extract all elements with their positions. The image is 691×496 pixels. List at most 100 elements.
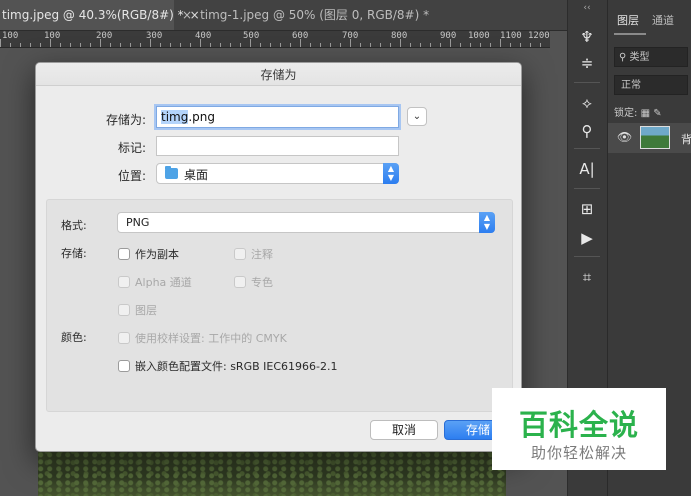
ruler-tick [290,43,291,47]
color-group-label: 颜色: [61,331,87,344]
where-label: 位置: [117,169,146,183]
ruler-tick [470,43,471,47]
ruler-tick [370,43,371,47]
alpha-channels-label: Alpha 通道 [135,276,192,289]
ruler-tick [240,43,241,47]
ruler-tick [320,43,321,47]
ruler-tick [520,43,521,47]
ruler-tick [360,43,361,47]
as-copy-checkbox[interactable] [118,248,130,260]
ruler-tick [260,43,261,47]
ruler-tick [330,43,331,47]
save-group-label: 存储: [61,247,87,260]
ruler-tick [310,43,311,47]
ruler-label: 1100 [500,31,522,41]
ruler-label: 900 [440,31,457,41]
toolbar-divider [574,148,600,149]
updown-arrows-icon: ▲ ▼ [383,163,399,184]
ruler-tick [220,43,221,47]
ruler-label: 500 [243,31,260,41]
save-options-panel: 格式: PNG ▲ ▼ 存储: 作为副本 注释 Alpha 通道 专色 图层 颜色… [46,199,513,412]
tab-timg-1-jpeg[interactable]: × timg-1.jpeg @ 50% (图层 0, RGB/8#) * [182,0,429,30]
document-tab-bar: timg.jpeg @ 40.3%(RGB/8#) * × × timg-1.jpe… [0,0,567,31]
tags-input[interactable] [156,136,399,156]
ruler-tick [500,39,501,47]
ruler-tick [170,43,171,47]
filename-input[interactable]: timg.png [156,106,399,128]
ruler-tick [280,43,281,47]
ruler-tick [530,43,531,47]
canvas-image[interactable] [38,445,506,496]
ruler-label: 100 [2,31,19,41]
layer-row-background[interactable]: 👁 背 [608,123,691,153]
ruler-tick [160,43,161,47]
crop-icon[interactable]: ⌗ [576,266,598,288]
expand-dialog-button[interactable]: ⌄ [407,107,427,126]
ruler-tick [490,43,491,47]
ruler-tick [80,43,81,47]
ruler-tick [110,43,111,47]
format-select[interactable]: PNG ▲ ▼ [117,212,495,233]
ruler-tick [540,43,541,47]
ruler-tick [250,39,251,47]
ruler-tick [20,43,21,47]
close-tab-icon[interactable]: × [182,8,192,22]
ruler-label: 200 [96,31,113,41]
tab-layers[interactable]: 图层 [617,12,639,28]
alpha-channels-checkbox[interactable] [118,276,130,288]
layer-filter-label: 类型 [629,52,650,63]
layers-checkbox[interactable] [118,304,130,316]
blend-mode-select[interactable]: 正常 [614,75,688,95]
eye-icon[interactable]: 👁 [617,130,632,144]
spot-colors-checkbox[interactable] [234,276,246,288]
folder-icon [165,166,178,179]
cancel-button[interactable]: 取消 [370,420,438,440]
updown-arrows-icon: ▲ ▼ [479,212,495,233]
ruler-tick [380,43,381,47]
ruler-tick [410,43,411,47]
tab-timg-jpeg[interactable]: timg.jpeg @ 40.3%(RGB/8#) * × [0,0,200,30]
watermark-subtitle: 助你轻松解决 [530,444,627,462]
ruler-tick [350,39,351,47]
ruler-tick [50,39,51,47]
layer-filter-select[interactable]: ⚲ 类型 [614,47,688,67]
dialog-titlebar: 存储为 [36,63,521,86]
active-tab-indicator [614,33,646,35]
ruler-tick [10,43,11,47]
use-proof-setup-checkbox[interactable] [118,332,130,344]
ruler-label: 300 [146,31,163,41]
tab-label: timg.jpeg @ 40.3%(RGB/8#) * [2,8,184,22]
as-copy-label: 作为副本 [135,248,179,261]
stamp-icon[interactable]: ⚲ [576,120,598,142]
ruler-tick [90,43,91,47]
filename-selected-text: timg [161,110,189,124]
toolbar-divider [574,188,600,189]
ruler-tick [140,43,141,47]
notes-checkbox[interactable] [234,248,246,260]
ruler-tick [510,43,511,47]
tab-channels[interactable]: 通道 [652,12,674,28]
play-icon[interactable]: ▶ [576,227,598,249]
puppet-warp-icon[interactable]: ♆ [576,26,598,48]
collapse-icon[interactable]: ‹‹ [576,2,598,14]
watermark-logo: 百科全说 助你轻松解决 [492,388,666,470]
search-icon: ⚲ [619,52,627,63]
dialog-title: 存储为 [260,68,297,82]
lock-transparency-icon[interactable]: ▦ [641,108,650,119]
ruler-tick [440,43,441,47]
format-label: 格式: [61,219,87,232]
embed-color-profile-checkbox[interactable] [118,360,130,372]
character-icon[interactable]: A| [576,158,598,180]
lock-brush-icon[interactable]: ✎ [653,108,661,119]
layer-name: 背 [681,133,691,146]
paragraph-icon[interactable]: ⊞ [576,198,598,220]
save-as-label: 存储为: [105,113,146,127]
ruler-tick [420,43,421,47]
tool-presets-icon[interactable]: ⟡ [576,92,598,114]
properties-icon[interactable]: ≑ [576,52,598,74]
ruler-tick [480,43,481,47]
location-select[interactable]: 桌面 ▲ ▼ [156,163,399,184]
watermark-title: 百科全说 [518,408,639,442]
ruler-tick [40,43,41,47]
ruler-label: 100 [44,31,61,41]
